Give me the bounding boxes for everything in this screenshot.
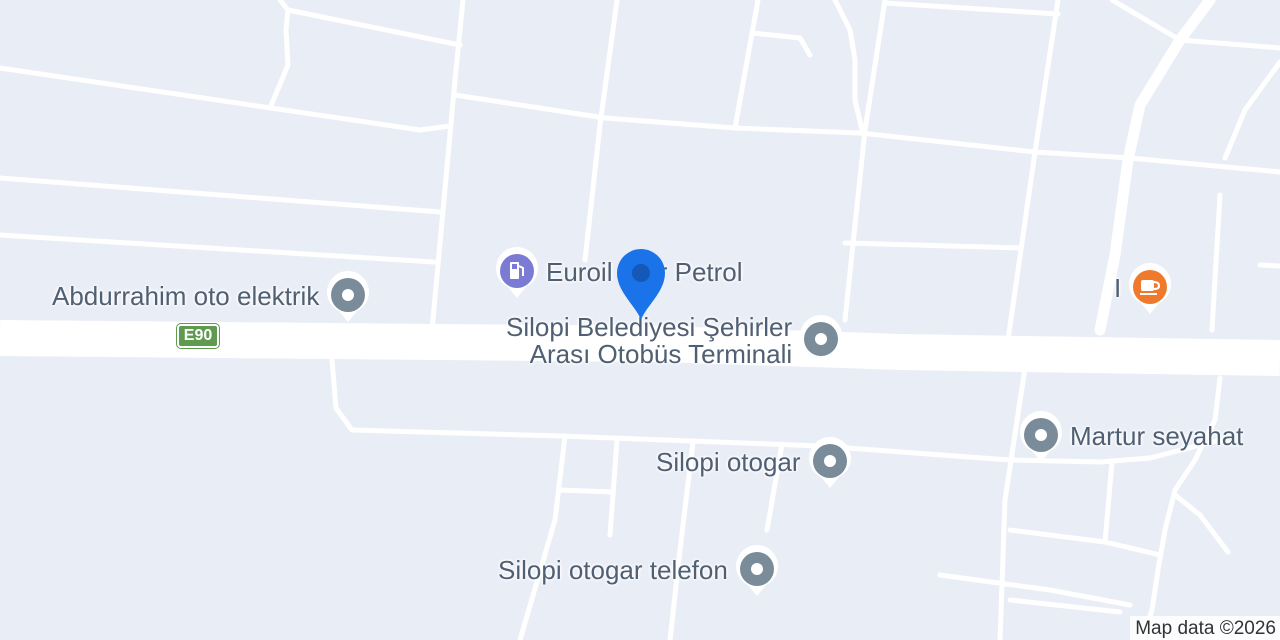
poi-silopi-belediyesi-terminal[interactable]: Silopi Belediyesi Şehirler Arası Otobüs … xyxy=(506,313,844,370)
generic-place-icon xyxy=(327,271,370,322)
poi-silopi-otogar-telefon[interactable]: Silopi otogar telefon xyxy=(498,544,780,598)
poi-label: Abdurrahim oto elektrik xyxy=(52,281,320,312)
poi-label: Silopi otogar telefon xyxy=(498,555,728,586)
poi-label-line2: Arası Otobüs Terminali xyxy=(529,339,793,370)
cafe-icon xyxy=(1129,263,1172,314)
generic-place-icon xyxy=(800,315,843,367)
generic-place-icon xyxy=(1020,411,1062,462)
poi-label: Martur seyahat xyxy=(1070,421,1244,452)
poi-label: Silopi otogar xyxy=(656,447,801,478)
poi-silopi-otogar[interactable]: Silopi otogar xyxy=(656,436,853,490)
gas-station-icon xyxy=(496,247,538,298)
poi-martur-seyahat[interactable]: Martur seyahat xyxy=(1018,410,1243,464)
generic-place-icon xyxy=(735,545,778,596)
map-attribution: Map data ©2026 xyxy=(1130,616,1280,640)
generic-place-icon xyxy=(808,437,851,488)
red-pin-icon[interactable] xyxy=(614,246,668,322)
poi-cafe[interactable]: I xyxy=(1114,262,1173,316)
map-view[interactable]: E90 Abdurrahim oto elektrik Euroil Star … xyxy=(0,0,1280,640)
poi-abdurrahim-oto-elektrik[interactable]: Abdurrahim oto elektrik xyxy=(52,270,371,324)
poi-label: I xyxy=(1114,273,1122,304)
poi-label: Silopi Belediyesi Şehirler Arası Otobüs … xyxy=(506,313,793,370)
route-shield-e90: E90 xyxy=(176,323,220,349)
